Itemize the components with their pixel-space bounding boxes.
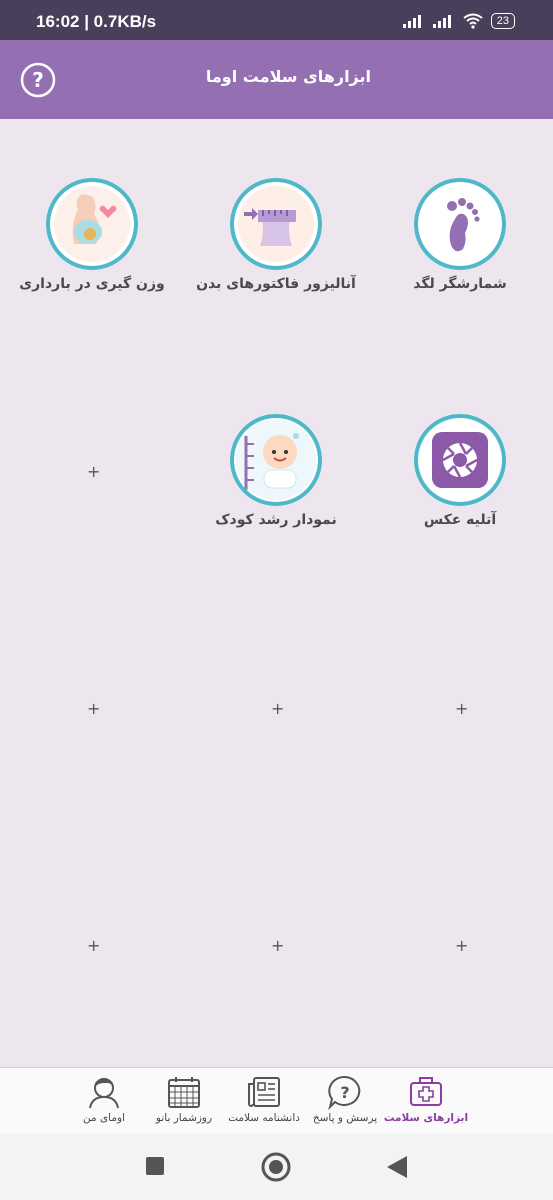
signal-icon xyxy=(402,15,421,28)
svg-text:?: ? xyxy=(32,68,44,92)
tool-body-analyzer[interactable]: آنالیزور فاکتورهای بدن xyxy=(186,178,366,292)
body-measure-icon xyxy=(238,186,314,262)
system-nav-bar xyxy=(0,1134,553,1200)
tool-pregnancy-weight[interactable]: وزن گیری در بارداری xyxy=(2,178,182,292)
tool-label: وزن گیری در بارداری xyxy=(19,276,165,292)
tool-baby-growth[interactable]: نمودار رشد کودک xyxy=(186,414,366,528)
nav-questions[interactable]: ? پرسش و پاسخ xyxy=(300,1068,390,1135)
pregnant-scale-icon xyxy=(54,186,130,262)
bottom-nav: ابزارهای سلامت ? پرسش و پاسخ دانشنامه سل… xyxy=(0,1067,553,1134)
status-time: 16:02 | 0.7KB/s xyxy=(36,12,157,31)
back-icon[interactable] xyxy=(385,1154,409,1180)
nav-label: پرسش و پاسخ xyxy=(312,1112,378,1124)
question-bubble-icon: ? xyxy=(328,1075,361,1110)
user-avatar-icon xyxy=(89,1078,119,1109)
tool-kick-counter[interactable]: شمارشگر لگد xyxy=(370,178,550,292)
wifi-icon xyxy=(463,13,483,29)
add-slot-button[interactable]: + xyxy=(271,936,284,955)
calendar-icon xyxy=(168,1077,200,1108)
tool-label: شمارشگر لگد xyxy=(413,276,507,292)
app-bar: ? ابزارهای سلامت اوما xyxy=(0,40,553,119)
status-bar: 16:02 | 0.7KB/s 23 xyxy=(0,0,553,40)
camera-aperture-icon xyxy=(432,432,488,488)
tool-icon-circle xyxy=(230,178,322,270)
signal-icon-2 xyxy=(432,15,451,28)
add-slot-button[interactable]: + xyxy=(87,462,100,481)
status-icons: 23 xyxy=(402,13,515,29)
svg-text:?: ? xyxy=(340,1083,349,1102)
add-slot-button[interactable]: + xyxy=(87,936,100,955)
home-icon[interactable] xyxy=(261,1152,291,1182)
nav-calendar[interactable]: روزشمار بانو xyxy=(139,1068,229,1135)
page-title: ابزارهای سلامت اوما xyxy=(205,67,371,86)
tool-photo-studio[interactable]: آتلیه عکس xyxy=(370,414,550,528)
nav-health-tools[interactable]: ابزارهای سلامت xyxy=(381,1068,471,1135)
tool-icon-circle xyxy=(230,414,322,506)
recent-apps-icon[interactable] xyxy=(145,1156,165,1176)
tool-icon-circle xyxy=(46,178,138,270)
tool-label: نمودار رشد کودک xyxy=(215,512,337,528)
nav-label: ابزارهای سلامت xyxy=(383,1112,469,1124)
baby-growth-icon xyxy=(236,420,316,500)
nav-encyclopedia[interactable]: دانشنامه سلامت xyxy=(219,1068,309,1135)
newspaper-icon xyxy=(248,1077,280,1107)
nav-my-profile[interactable]: اومای من xyxy=(59,1068,149,1135)
add-slot-button[interactable]: + xyxy=(87,699,100,718)
battery-level: 23 xyxy=(490,13,515,29)
tool-icon-circle xyxy=(414,178,506,270)
nav-label: اومای من xyxy=(83,1112,125,1124)
nav-label: روزشمار بانو xyxy=(155,1112,213,1124)
question-circle-icon[interactable]: ? xyxy=(20,62,56,98)
medical-kit-icon xyxy=(410,1077,442,1106)
baby-foot-icon xyxy=(447,198,480,252)
tool-label: آنالیزور فاکتورهای بدن xyxy=(196,276,356,292)
tool-label: آتلیه عکس xyxy=(423,512,497,528)
tool-icon-circle xyxy=(414,414,506,506)
add-slot-button[interactable]: + xyxy=(271,699,284,718)
nav-label: دانشنامه سلامت xyxy=(228,1112,300,1124)
add-slot-button[interactable]: + xyxy=(455,699,468,718)
add-slot-button[interactable]: + xyxy=(455,936,468,955)
